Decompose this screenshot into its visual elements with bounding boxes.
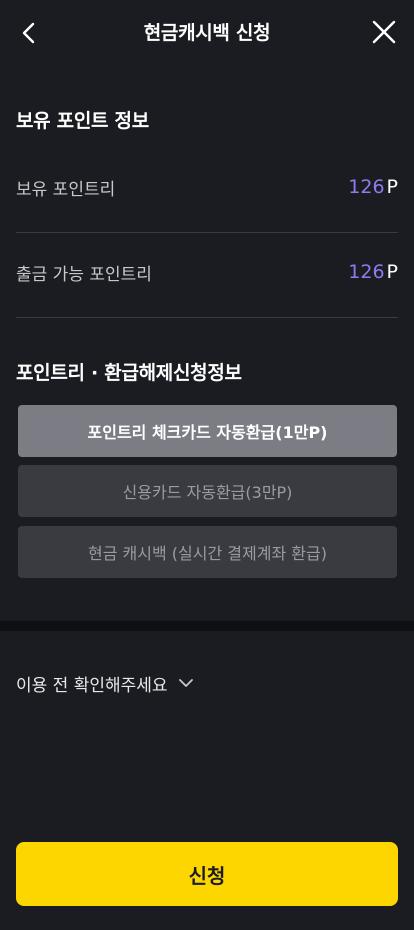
points-section-title: 보유 포인트 정보 bbox=[16, 110, 149, 132]
option-cash-cashback[interactable]: 현금 캐시백 (실시간 결제계좌 환급) bbox=[18, 526, 397, 578]
notice-label: 이용 전 확인해주세요 bbox=[16, 675, 168, 696]
refund-section-title: 포인트리 · 환급해제신청정보 bbox=[16, 362, 242, 384]
close-icon bbox=[372, 20, 396, 44]
withdrawable-points-value: 126 P bbox=[348, 261, 398, 283]
held-points-unit: P bbox=[386, 176, 398, 198]
submit-button[interactable]: 신청 bbox=[16, 842, 398, 906]
held-points-number: 126 bbox=[348, 176, 385, 198]
held-points-value: 126 P bbox=[348, 176, 398, 198]
divider bbox=[16, 317, 398, 318]
notice-toggle[interactable]: 이용 전 확인해주세요 bbox=[16, 668, 194, 698]
held-points-label: 보유 포인트리 bbox=[16, 179, 116, 200]
header: 현금캐시백 신청 bbox=[0, 0, 414, 64]
withdrawable-points-label: 출금 가능 포인트리 bbox=[16, 264, 152, 285]
section-separator bbox=[0, 621, 414, 631]
withdrawable-points-number: 126 bbox=[348, 261, 385, 283]
option-checkcard-auto-refund[interactable]: 포인트리 체크카드 자동환급(1만P) bbox=[18, 405, 397, 457]
option-creditcard-auto-refund[interactable]: 신용카드 자동환급(3만P) bbox=[18, 465, 397, 517]
withdrawable-points-unit: P bbox=[386, 261, 398, 283]
withdrawable-points-row: 출금 가능 포인트리 126 P bbox=[16, 252, 398, 292]
page-title: 현금캐시백 신청 bbox=[143, 22, 271, 44]
held-points-row: 보유 포인트리 126 P bbox=[16, 167, 398, 207]
chevron-down-icon bbox=[178, 678, 194, 688]
divider bbox=[16, 232, 398, 233]
close-button[interactable] bbox=[368, 16, 400, 48]
